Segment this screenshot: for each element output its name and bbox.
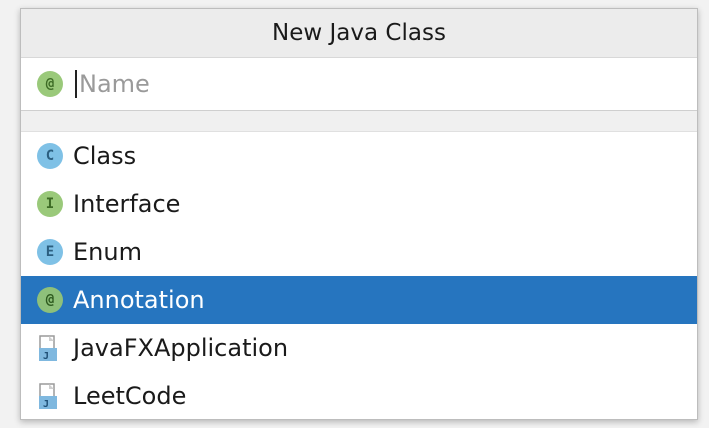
name-input[interactable] bbox=[75, 70, 639, 98]
list-item-label: LeetCode bbox=[73, 382, 187, 410]
list-item-interface[interactable]: I Interface bbox=[21, 180, 697, 228]
list-item-annotation[interactable]: @ Annotation bbox=[21, 276, 697, 324]
annotation-icon: @ bbox=[37, 71, 63, 97]
svg-text:J: J bbox=[43, 351, 49, 362]
list-item-class[interactable]: C Class bbox=[21, 132, 697, 180]
list-item-javafxapplication[interactable]: J JavaFXApplication bbox=[21, 324, 697, 372]
name-row: @ bbox=[21, 58, 697, 111]
list-item-label: Annotation bbox=[73, 286, 205, 314]
new-java-class-popup: New Java Class @ C Class I Interface E E… bbox=[20, 8, 698, 420]
popup-title: New Java Class bbox=[21, 9, 697, 58]
list-item-label: Enum bbox=[73, 238, 142, 266]
list-item-label: JavaFXApplication bbox=[73, 334, 289, 362]
class-icon: C bbox=[37, 143, 63, 169]
list-item-label: Class bbox=[73, 142, 137, 170]
svg-text:J: J bbox=[43, 399, 49, 410]
kind-list: C Class I Interface E Enum @ Annotation … bbox=[21, 132, 697, 420]
list-item-leetcode[interactable]: J LeetCode bbox=[21, 372, 697, 420]
list-separator bbox=[21, 111, 697, 132]
template-file-icon: J bbox=[37, 334, 63, 362]
enum-icon: E bbox=[37, 239, 63, 265]
list-item-label: Interface bbox=[73, 190, 181, 218]
list-item-enum[interactable]: E Enum bbox=[21, 228, 697, 276]
interface-icon: I bbox=[37, 191, 63, 217]
annotation-icon: @ bbox=[37, 287, 63, 313]
template-file-icon: J bbox=[37, 382, 63, 410]
